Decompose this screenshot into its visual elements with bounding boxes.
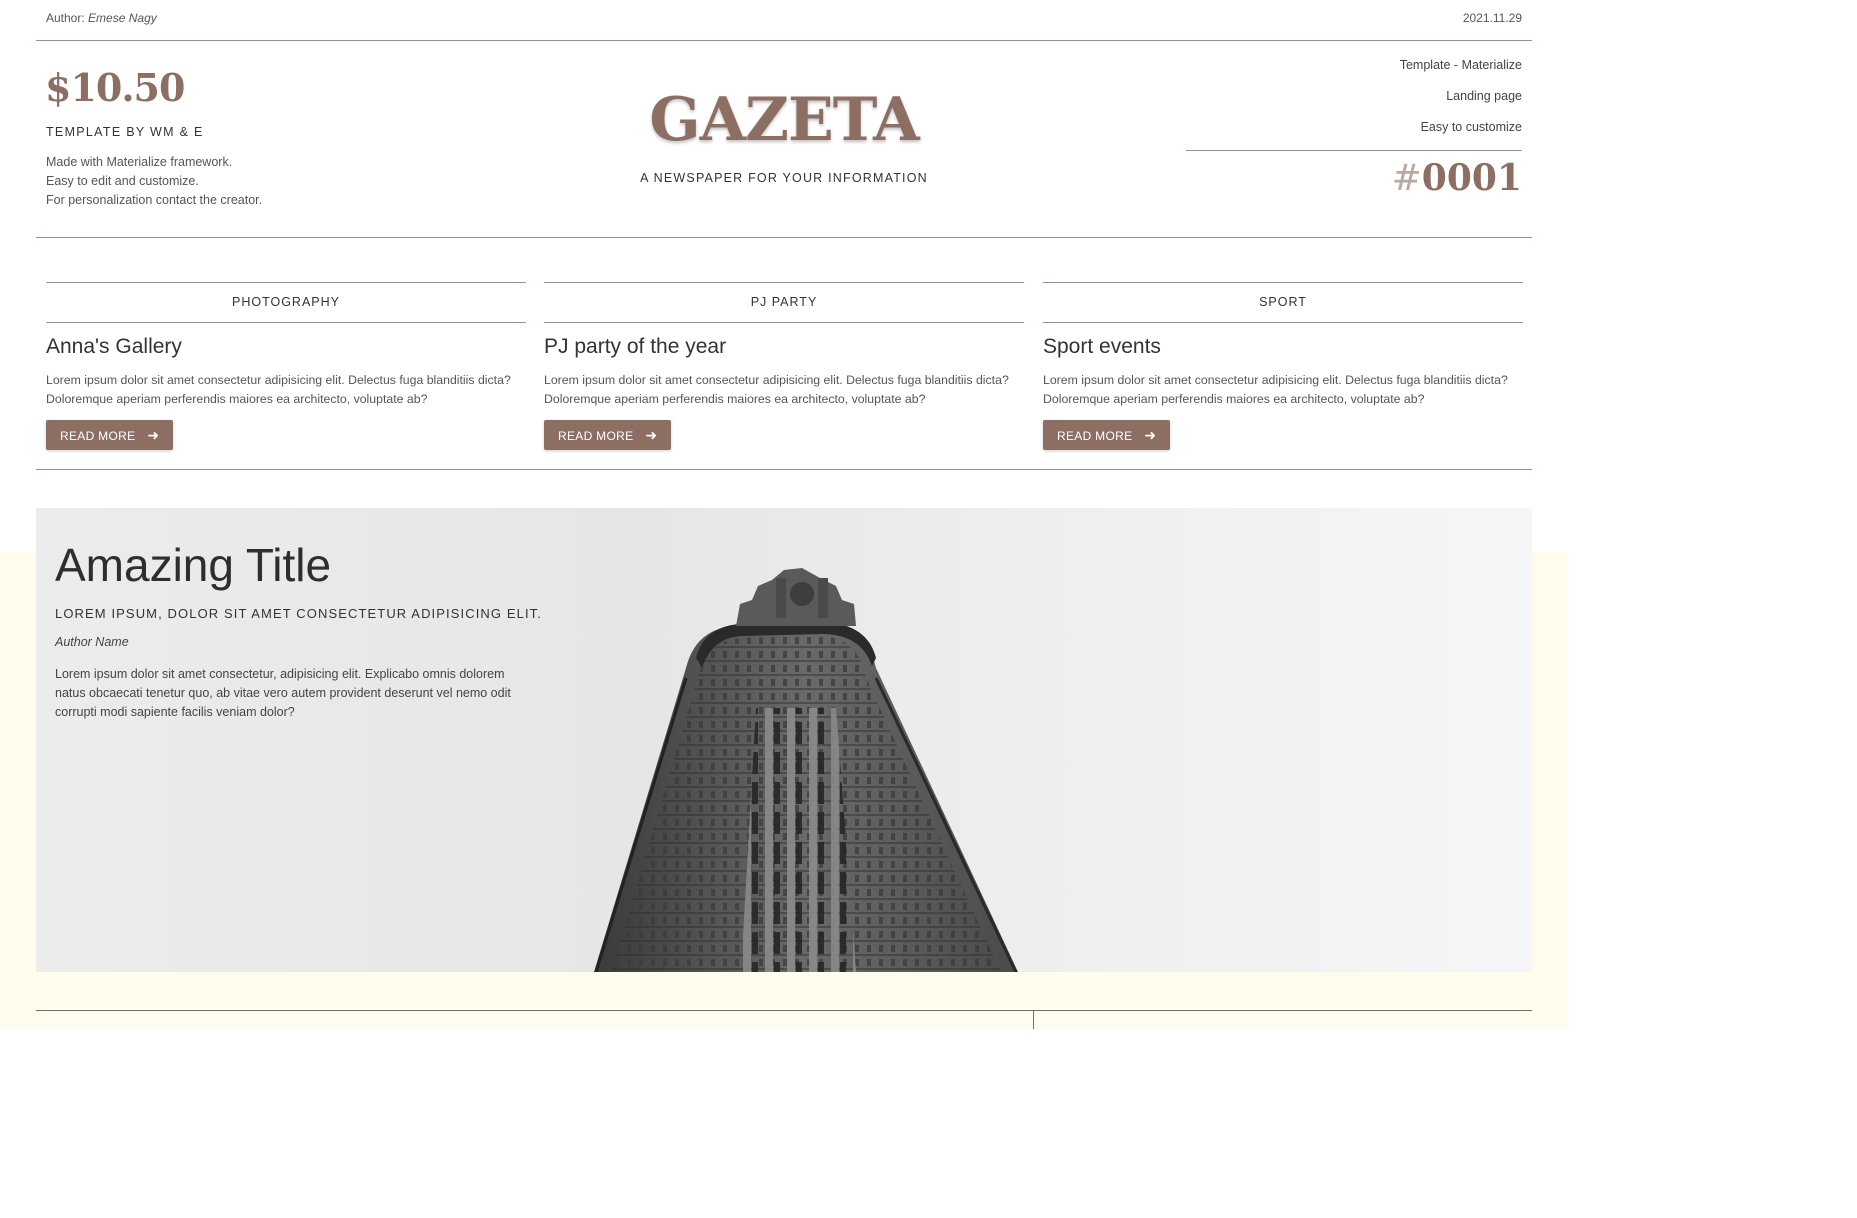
hero-title: Amazing Title: [55, 539, 332, 591]
description-line: For personalization contact the creator.: [46, 193, 263, 207]
read-more-button[interactable]: READ MORE ➜: [1043, 420, 1171, 450]
bottom-divider: [36, 1010, 1532, 1029]
hero-text-line: natus obcaecati tenetur quo, ab vitae ve…: [55, 686, 511, 700]
excerpt-line: Doloremque aperiam perferendis maiores e…: [1043, 392, 1425, 406]
article-category[interactable]: SPORT: [1043, 282, 1523, 323]
article-excerpt: Lorem ipsum dolor sit amet consectetur a…: [1043, 371, 1523, 409]
article-card: PHOTOGRAPHY Anna's Gallery Lorem ipsum d…: [46, 282, 526, 450]
article-title[interactable]: PJ party of the year: [544, 335, 1024, 365]
issue-date: 2021.11.29: [1462, 11, 1522, 25]
hero-subtitle: LOREM IPSUM, DOLOR SIT AMET CONSECTETUR …: [55, 606, 542, 621]
read-more-button[interactable]: READ MORE ➜: [46, 420, 174, 450]
masthead: $10.50 TEMPLATE BY WM & E Made with Mate…: [36, 41, 1532, 238]
excerpt-line: Lorem ipsum dolor sit amet consectetur a…: [1043, 373, 1508, 387]
excerpt-line: Doloremque aperiam perferendis maiores e…: [544, 392, 926, 406]
author-line: Author: Emese Nagy: [46, 11, 157, 25]
article-card: PJ PARTY PJ party of the year Lorem ipsu…: [544, 282, 1024, 450]
article-category[interactable]: PJ PARTY: [544, 282, 1024, 323]
article-excerpt: Lorem ipsum dolor sit amet consectetur a…: [46, 371, 526, 409]
masthead-links: Template - Materialize Landing page Easy…: [1186, 57, 1522, 151]
divider: [1186, 150, 1522, 151]
page: Author: Emese Nagy 2021.11.29 $10.50 TEM…: [0, 0, 1568, 1029]
author-name: Emese Nagy: [88, 11, 157, 25]
issue-number: #0001: [1392, 157, 1522, 199]
excerpt-line: Lorem ipsum dolor sit amet consectetur a…: [544, 373, 1009, 387]
hero-text: Lorem ipsum dolor sit amet consectetur, …: [55, 665, 535, 722]
article-excerpt: Lorem ipsum dolor sit amet consectetur a…: [544, 371, 1024, 409]
article-title[interactable]: Sport events: [1043, 335, 1523, 365]
excerpt-line: Lorem ipsum dolor sit amet consectetur a…: [46, 373, 511, 387]
excerpt-line: Doloremque aperiam perferendis maiores e…: [46, 392, 428, 406]
arrow-right-icon: ➜: [645, 427, 658, 443]
top-bar: Author: Emese Nagy 2021.11.29: [36, 0, 1532, 41]
hero-text-line: Lorem ipsum dolor sit amet consectetur, …: [55, 667, 505, 681]
read-more-label: READ MORE: [60, 429, 136, 443]
column-divider: [1033, 1011, 1034, 1029]
arrow-right-icon: ➜: [1144, 427, 1157, 443]
hero-author: Author Name: [55, 635, 129, 649]
read-more-label: READ MORE: [558, 429, 634, 443]
link-easy-to-customize[interactable]: Easy to customize: [1186, 119, 1522, 150]
tagline: A NEWSPAPER FOR YOUR INFORMATION: [640, 171, 928, 185]
link-template-materialize[interactable]: Template - Materialize: [1186, 57, 1522, 88]
link-landing-page[interactable]: Landing page: [1186, 88, 1522, 119]
arrow-right-icon: ➜: [147, 427, 160, 443]
article-list: PHOTOGRAPHY Anna's Gallery Lorem ipsum d…: [36, 238, 1532, 470]
read-more-button[interactable]: READ MORE ➜: [544, 420, 672, 450]
issue-number-value: 0001: [1421, 157, 1522, 199]
issue-hash: #: [1391, 158, 1422, 199]
read-more-label: READ MORE: [1057, 429, 1133, 443]
hero-banner: Amazing Title LOREM IPSUM, DOLOR SIT AME…: [36, 508, 1532, 972]
article-title[interactable]: Anna's Gallery: [46, 335, 526, 365]
hero-text-line: corrupti modi sapiente facilis veniam do…: [55, 705, 295, 719]
description-line: Made with Materialize framework.: [46, 155, 233, 169]
article-category[interactable]: PHOTOGRAPHY: [46, 282, 526, 323]
article-card: SPORT Sport events Lorem ipsum dolor sit…: [1043, 282, 1523, 450]
author-label: Author:: [46, 11, 85, 25]
